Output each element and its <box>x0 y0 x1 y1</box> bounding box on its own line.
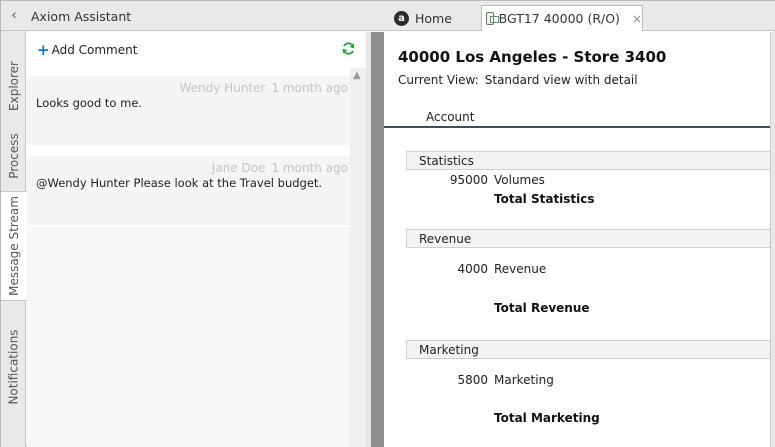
vtab-notifications-label: Notifications <box>6 329 21 405</box>
total-row: Total Revenue <box>494 301 590 315</box>
vtab-notifications[interactable]: Notifications <box>1 311 26 423</box>
collapse-panel-button[interactable]: ‹ <box>7 8 21 24</box>
vtab-message-stream-label: Message Stream <box>7 196 22 296</box>
section-header-statistics: Statistics <box>406 151 770 170</box>
row-label: Marketing <box>494 373 554 387</box>
title-bar: ‹ Axiom Assistant a Home BGT17 40000 (R/… <box>1 1 775 31</box>
close-tab-icon[interactable]: × <box>632 12 642 26</box>
vtab-process[interactable]: Process <box>1 126 26 186</box>
vtab-explorer-label: Explorer <box>6 61 21 111</box>
message-meta: Wendy Hunter 1 month ago <box>180 81 348 95</box>
section-title: Marketing <box>419 343 479 357</box>
message-text: Looks good to me. <box>36 96 143 110</box>
current-view: Current View: Standard view with detail <box>398 73 638 87</box>
vtab-process-label: Process <box>6 133 21 179</box>
tab-home-label: Home <box>415 10 452 26</box>
axiom-logo-icon: a <box>394 10 409 26</box>
message-author: Jane Doe <box>211 161 266 175</box>
message-time: 1 month ago <box>271 161 348 175</box>
row-label: Volumes <box>494 173 545 187</box>
tab-document-label: BGT17 40000 (R/O) <box>498 11 620 26</box>
total-row: Total Statistics <box>494 192 595 206</box>
scroll-up-icon[interactable]: ▲ <box>353 70 361 81</box>
document-view: 40000 Los Angeles - Store 3400 Current V… <box>384 32 770 447</box>
row-amount: 95000 <box>449 173 488 187</box>
assistant-title: Axiom Assistant <box>31 9 132 24</box>
vertical-tab-strip: Explorer Process Message Stream Notifica… <box>1 31 27 447</box>
document-right-edge <box>770 32 775 447</box>
vtab-message-stream[interactable]: Message Stream <box>1 191 27 301</box>
message-stream-panel: + Add Comment Wendy Hunter 1 month ago Lo… <box>27 32 366 447</box>
message-author: Wendy Hunter <box>179 81 266 95</box>
message-text: @Wendy Hunter Please look at the Travel … <box>36 176 323 190</box>
message-item: Jane Doe 1 month ago @Wendy Hunter Please… <box>27 156 350 225</box>
app-window: ‹ Axiom Assistant a Home BGT17 40000 (R/… <box>0 0 775 447</box>
section-title: Statistics <box>419 154 474 168</box>
message-stream-empty-area <box>27 227 350 447</box>
message-meta: Jane Doe 1 month ago <box>212 161 348 175</box>
tab-home[interactable]: a Home <box>392 5 478 31</box>
section-header-marketing: Marketing <box>406 340 770 359</box>
stream-scrollbar[interactable]: ▲ <box>350 68 366 447</box>
message-item: Wendy Hunter 1 month ago Looks good to me… <box>27 76 350 145</box>
document-left-gutter <box>371 32 384 447</box>
page-title: 40000 Los Angeles - Store 3400 <box>398 48 667 66</box>
section-title: Revenue <box>419 232 472 246</box>
message-time: 1 month ago <box>271 81 348 95</box>
current-view-value: Standard view with detail <box>484 73 638 87</box>
column-header: Account <box>384 110 770 128</box>
message-list: Wendy Hunter 1 month ago Looks good to me… <box>27 76 350 236</box>
current-view-label: Current View: <box>398 73 479 87</box>
section-header-revenue: Revenue <box>406 229 770 248</box>
tab-document[interactable]: BGT17 40000 (R/O) × <box>481 5 643 31</box>
add-comment-button[interactable]: + Add Comment <box>37 41 138 59</box>
row-amount: 5800 <box>457 373 488 387</box>
vtab-explorer[interactable]: Explorer <box>1 51 26 121</box>
row-label: Revenue <box>494 262 547 276</box>
total-row: Total Marketing <box>494 411 600 425</box>
account-column-header: Account <box>426 110 475 124</box>
add-comment-label: Add Comment <box>51 43 138 57</box>
plus-icon: + <box>37 41 50 59</box>
refresh-icon[interactable] <box>341 41 356 56</box>
file-icon <box>486 12 499 25</box>
row-amount: 4000 <box>457 262 488 276</box>
